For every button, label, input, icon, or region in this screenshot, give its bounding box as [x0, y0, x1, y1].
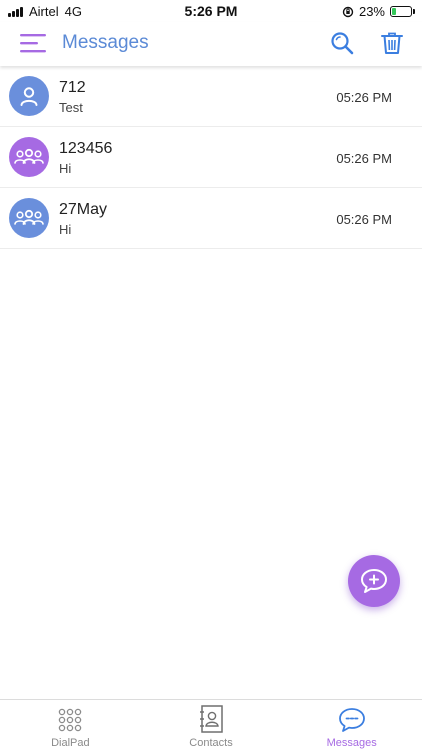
avatar — [9, 198, 49, 238]
tab-dialpad[interactable]: DialPad — [0, 700, 141, 750]
chat-bubble-icon — [338, 708, 365, 732]
message-thread-item[interactable]: 27May Hi 05:26 PM — [0, 188, 422, 249]
person-icon — [20, 87, 38, 106]
status-right: 23% — [342, 4, 415, 19]
tab-label: Contacts — [189, 737, 233, 749]
trash-icon[interactable] — [379, 30, 405, 56]
avatar — [9, 137, 49, 177]
new-message-icon — [361, 569, 387, 593]
tab-messages[interactable]: Messages — [281, 700, 422, 750]
contacts-book-icon — [200, 705, 223, 733]
message-list: 712 Test 05:26 PM 123456 Hi 05:26 PM 27M… — [0, 66, 422, 249]
thread-name: 123456 — [59, 140, 113, 157]
status-bar: Airtel 4G 5:26 PM 23% — [0, 0, 422, 22]
thread-preview: Test — [59, 100, 83, 115]
avatar — [9, 76, 49, 116]
dialpad-icon — [59, 708, 82, 732]
hamburger-menu-icon[interactable] — [20, 32, 46, 54]
tab-label: Messages — [326, 737, 377, 749]
thread-time: 05:26 PM — [336, 151, 392, 166]
page-title: Messages — [62, 32, 149, 53]
message-thread-item[interactable]: 712 Test 05:26 PM — [0, 66, 422, 127]
tab-contacts[interactable]: Contacts — [141, 700, 282, 750]
orientation-lock-icon — [342, 6, 354, 17]
thread-preview: Hi — [59, 161, 72, 176]
search-icon[interactable] — [329, 30, 355, 56]
thread-name: 27May — [59, 201, 108, 218]
group-icon — [14, 148, 44, 164]
battery-percent: 23% — [358, 4, 385, 19]
thread-time: 05:26 PM — [336, 90, 392, 105]
message-thread-item[interactable]: 123456 Hi 05:26 PM — [0, 127, 422, 188]
app-bar: Messages — [0, 22, 422, 66]
thread-preview: Hi — [59, 222, 72, 237]
battery-fill — [392, 8, 396, 15]
bottom-tab-bar: DialPad Contacts Messages — [0, 699, 422, 750]
thread-name: 712 — [59, 79, 86, 96]
thread-time: 05:26 PM — [336, 212, 392, 227]
battery-icon — [390, 6, 415, 17]
new-message-button[interactable] — [348, 555, 400, 607]
tab-label: DialPad — [51, 737, 90, 749]
group-icon — [14, 209, 44, 225]
